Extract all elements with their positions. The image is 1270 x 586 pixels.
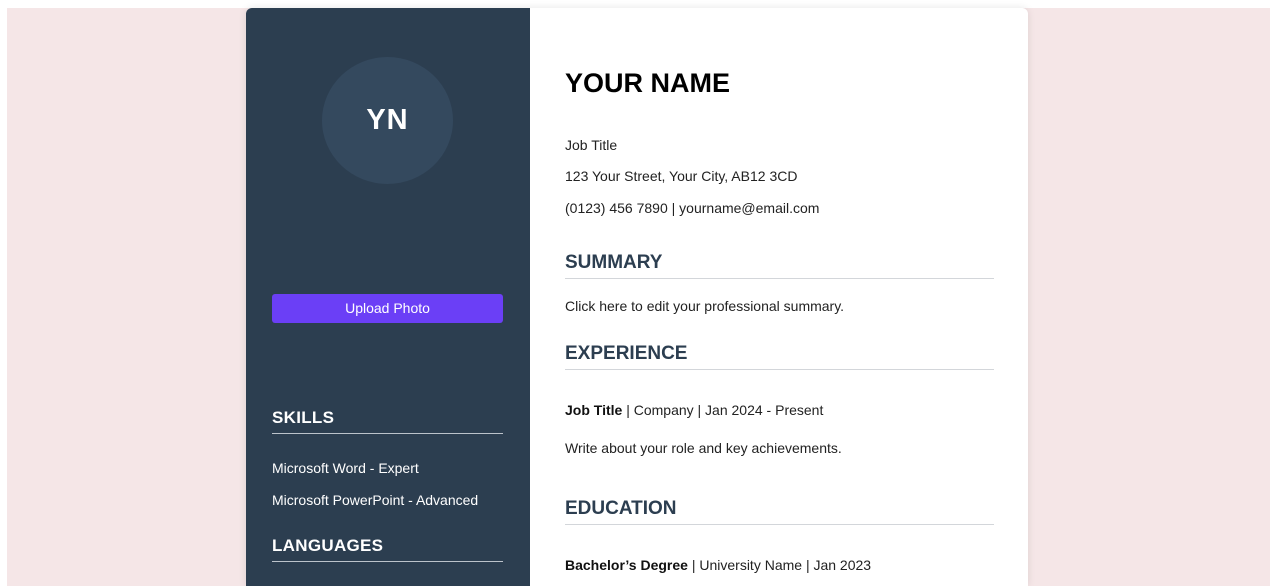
address-field[interactable]: 123 Your Street, Your City, AB12 3CD — [565, 168, 797, 184]
education-entry[interactable]: Bachelor’s Degree | University Name | Ja… — [565, 557, 871, 573]
job-title-field[interactable]: Job Title — [565, 137, 617, 153]
education-degree: Bachelor’s Degree — [565, 557, 688, 573]
summary-text[interactable]: Click here to edit your professional sum… — [565, 298, 844, 314]
skills-heading: SKILLS — [272, 408, 503, 434]
education-details: | University Name | Jan 2023 — [687, 557, 872, 573]
experience-heading: EXPERIENCE — [565, 343, 994, 370]
page-title[interactable]: YOUR NAME — [565, 68, 730, 99]
upload-photo-button[interactable]: Upload Photo — [272, 294, 503, 323]
experience-role: Job Title — [565, 402, 623, 418]
languages-heading: LANGUAGES — [272, 536, 503, 562]
experience-details: | Company | Jan 2024 - Present — [622, 402, 824, 418]
contact-field[interactable]: (0123) 456 7890 | yourname@email.com — [565, 200, 819, 216]
skill-item[interactable]: Microsoft PowerPoint - Advanced — [272, 492, 478, 508]
resume-document: YN Upload Photo SKILLS Microsoft Word - … — [246, 8, 1028, 586]
experience-description[interactable]: Write about your role and key achievemen… — [565, 440, 842, 456]
experience-entry[interactable]: Job Title | Company | Jan 2024 - Present — [565, 402, 823, 418]
avatar[interactable]: YN — [322, 57, 453, 184]
resume-sidebar: YN Upload Photo SKILLS Microsoft Word - … — [246, 8, 530, 586]
skill-item[interactable]: Microsoft Word - Expert — [272, 460, 419, 476]
education-heading: EDUCATION — [565, 498, 994, 525]
resume-main: YOUR NAME Job Title 123 Your Street, You… — [530, 8, 1028, 586]
summary-heading: SUMMARY — [565, 252, 994, 279]
